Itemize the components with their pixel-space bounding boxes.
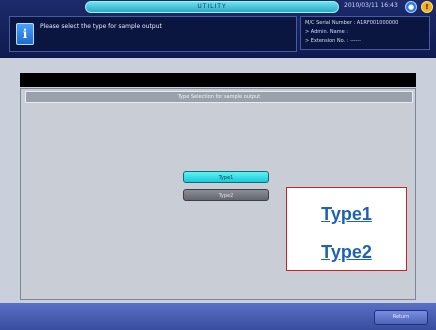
callout-box: Type1 Type2 [286,187,407,271]
screen: UTILITY 2010/03/11 16:43 ● ! i Please se… [0,0,436,330]
admin-name: > Admin. Name : [305,29,348,35]
panel-title: Type Selection for sample output [25,91,413,103]
panel-header-bar [20,73,416,87]
type2-button[interactable]: Type2 [183,189,269,201]
serial-number: M/C Serial Number : A1RF001000000 [305,20,399,26]
status-pill: UTILITY [85,1,339,13]
top-bar: UTILITY 2010/03/11 16:43 ● ! i Please se… [0,0,436,58]
info-icon: i [16,23,34,45]
alert-icon[interactable]: ! [421,1,433,13]
bottom-bar: Return [0,303,436,330]
message-box: i Please select the type for sample outp… [9,16,297,52]
type1-button[interactable]: Type1 [183,171,269,183]
message-text: Please select the type for sample output [40,23,162,30]
extension-number: > Extension No. : ------ [305,38,361,44]
callout-type2: Type2 [321,242,372,262]
return-button[interactable]: Return [374,310,428,325]
status-text: UTILITY [197,3,227,10]
machine-info: M/C Serial Number : A1RF001000000 > Admi… [300,16,430,50]
status-icon[interactable]: ● [405,1,417,13]
datetime: 2010/03/11 16:43 [344,2,398,9]
callout-type1: Type1 [321,204,372,224]
